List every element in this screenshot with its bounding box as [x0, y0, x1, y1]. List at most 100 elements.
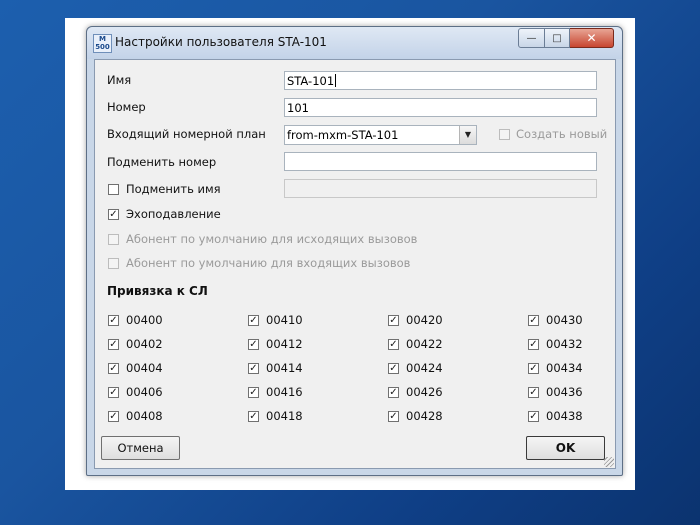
dialplan-select[interactable]: from-mxm-STA-101 ▼	[284, 125, 477, 145]
create-new-checkbox[interactable]	[499, 129, 510, 140]
trunk-label: 00436	[546, 385, 583, 399]
check-icon: ✓	[249, 387, 258, 398]
check-icon: ✓	[529, 411, 538, 422]
trunk-label: 00426	[406, 385, 443, 399]
text-caret	[335, 74, 337, 87]
trunk-label: 00406	[126, 385, 163, 399]
check-icon: ✓	[249, 411, 258, 422]
app-icon: M 500	[93, 34, 112, 53]
trunk-label: 00414	[266, 361, 303, 375]
close-button[interactable]: ✕	[570, 28, 614, 48]
trunk-label: 00438	[546, 409, 583, 423]
name-field[interactable]: STA-101	[284, 71, 597, 90]
ok-button[interactable]: OK	[526, 436, 605, 460]
trunk-checkbox[interactable]: ✓	[248, 339, 259, 350]
check-icon: ✓	[109, 363, 118, 374]
minimize-icon: —	[526, 32, 537, 44]
trunk-checkbox[interactable]: ✓	[388, 387, 399, 398]
number-label: Номер	[107, 100, 146, 114]
number-field[interactable]: 101	[284, 98, 597, 117]
caption-buttons: — □ ✕	[518, 28, 614, 48]
trunk-label: 00428	[406, 409, 443, 423]
minimize-button[interactable]: —	[518, 28, 545, 48]
trunk-checkbox[interactable]: ✓	[528, 387, 539, 398]
check-icon: ✓	[249, 339, 258, 350]
dialplan-label: Входящий номерной план	[107, 127, 266, 141]
trunk-label: 00418	[266, 409, 303, 423]
trunk-checkbox[interactable]: ✓	[108, 339, 119, 350]
window-title: Настройки пользователя STA-101	[115, 35, 327, 49]
trunk-label: 00416	[266, 385, 303, 399]
trunk-checkbox[interactable]: ✓	[108, 411, 119, 422]
replace-name-label: Подменить имя	[126, 182, 221, 196]
trunk-label: 00400	[126, 313, 163, 327]
trunk-checkbox[interactable]: ✓	[388, 411, 399, 422]
check-icon: ✓	[529, 315, 538, 326]
check-icon: ✓	[389, 387, 398, 398]
replace-number-label: Подменить номер	[107, 155, 217, 169]
echo-label: Эхоподавление	[126, 207, 221, 221]
trunk-label: 00404	[126, 361, 163, 375]
title-bar[interactable]: M 500 Настройки пользователя STA-101 — □ …	[87, 27, 622, 59]
trunk-checkbox[interactable]: ✓	[108, 363, 119, 374]
trunk-checkbox[interactable]: ✓	[528, 411, 539, 422]
trunk-checkbox[interactable]: ✓	[388, 363, 399, 374]
check-icon: ✓	[389, 411, 398, 422]
dialog-client-area: Имя STA-101 Номер 101 Входящий номерной …	[94, 59, 616, 469]
check-icon: ✓	[109, 209, 118, 220]
name-value: STA-101	[287, 74, 335, 88]
check-icon: ✓	[249, 315, 258, 326]
trunk-checkbox[interactable]: ✓	[248, 387, 259, 398]
replace-number-field[interactable]	[284, 152, 597, 171]
check-icon: ✓	[109, 387, 118, 398]
name-label: Имя	[107, 73, 132, 87]
default-incoming-label: Абонент по умолчанию для входящих вызово…	[126, 256, 411, 270]
close-icon: ✕	[586, 31, 597, 45]
replace-name-checkbox[interactable]	[108, 184, 119, 195]
check-icon: ✓	[529, 339, 538, 350]
check-icon: ✓	[109, 339, 118, 350]
check-icon: ✓	[249, 363, 258, 374]
maximize-button[interactable]: □	[545, 28, 570, 48]
cancel-button[interactable]: Отмена	[101, 436, 180, 460]
trunk-label: 00434	[546, 361, 583, 375]
trunk-label: 00420	[406, 313, 443, 327]
chevron-down-icon[interactable]: ▼	[459, 126, 476, 144]
trunk-label: 00430	[546, 313, 583, 327]
trunk-label: 00410	[266, 313, 303, 327]
dialplan-value: from-mxm-STA-101	[287, 128, 399, 142]
check-icon: ✓	[389, 315, 398, 326]
default-outgoing-label: Абонент по умолчанию для исходящих вызов…	[126, 232, 418, 246]
maximize-icon: □	[552, 32, 562, 44]
trunk-label: 00402	[126, 337, 163, 351]
trunk-checkbox[interactable]: ✓	[248, 315, 259, 326]
trunk-checkbox[interactable]: ✓	[528, 339, 539, 350]
trunk-checkbox[interactable]: ✓	[248, 363, 259, 374]
trunk-checkbox[interactable]: ✓	[108, 387, 119, 398]
check-icon: ✓	[529, 387, 538, 398]
create-new-label: Создать новый	[516, 127, 608, 141]
trunk-label: 00408	[126, 409, 163, 423]
trunks-section-title: Привязка к СЛ	[107, 284, 208, 298]
check-icon: ✓	[109, 315, 118, 326]
trunk-checkbox[interactable]: ✓	[248, 411, 259, 422]
trunk-label: 00432	[546, 337, 583, 351]
trunk-checkbox[interactable]: ✓	[388, 339, 399, 350]
trunk-label: 00412	[266, 337, 303, 351]
trunk-label: 00424	[406, 361, 443, 375]
trunk-checkbox[interactable]: ✓	[528, 363, 539, 374]
default-incoming-checkbox[interactable]	[108, 258, 119, 269]
replace-name-field[interactable]	[284, 179, 597, 198]
check-icon: ✓	[109, 411, 118, 422]
echo-checkbox[interactable]: ✓	[108, 209, 119, 220]
default-outgoing-checkbox[interactable]	[108, 234, 119, 245]
trunk-checkbox[interactable]: ✓	[108, 315, 119, 326]
trunk-checkbox[interactable]: ✓	[528, 315, 539, 326]
trunk-checkbox[interactable]: ✓	[388, 315, 399, 326]
check-icon: ✓	[529, 363, 538, 374]
check-icon: ✓	[389, 339, 398, 350]
settings-dialog: M 500 Настройки пользователя STA-101 — □ …	[86, 26, 623, 476]
trunk-label: 00422	[406, 337, 443, 351]
resize-grip-icon[interactable]	[604, 457, 614, 467]
check-icon: ✓	[389, 363, 398, 374]
